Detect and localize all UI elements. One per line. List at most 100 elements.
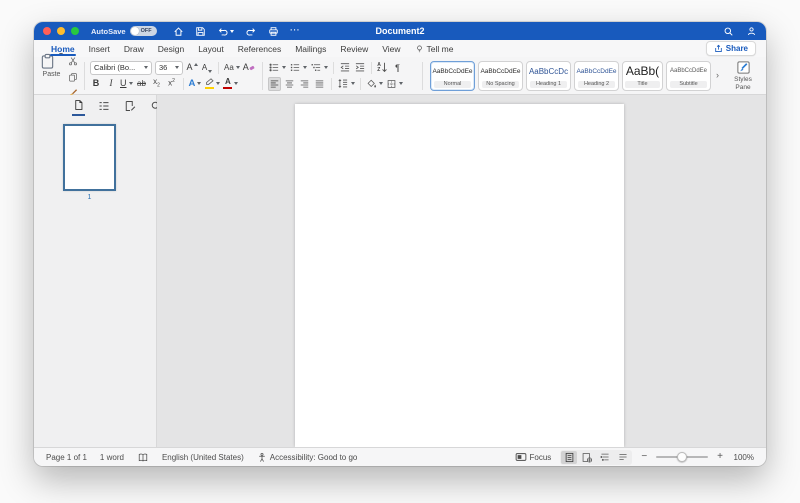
shading-button[interactable] (366, 77, 383, 91)
tab-design[interactable]: Design (151, 40, 191, 57)
zoom-window-button[interactable] (71, 27, 79, 35)
strikethrough-button[interactable]: ab (136, 77, 148, 91)
styles-pane-icon (736, 60, 751, 75)
word-window: AutoSave OFF ⋯ (34, 22, 766, 466)
tab-references[interactable]: References (231, 40, 288, 57)
font-name-select[interactable]: Calibri (Bo... (90, 61, 152, 75)
decrease-indent-icon (339, 62, 351, 73)
sort-button[interactable]: AZ (377, 61, 389, 75)
undo-dropdown-arrow (230, 30, 234, 33)
underline-button[interactable]: U (120, 77, 133, 91)
zoom-slider-knob[interactable] (677, 452, 687, 462)
document-page[interactable] (295, 104, 624, 447)
text-effects-button[interactable]: A (189, 77, 202, 91)
font-size-select[interactable]: 36 (155, 61, 183, 75)
zoom-in-button[interactable]: + (717, 452, 723, 462)
content-area: 1 (34, 95, 766, 447)
page-thumbnail-1[interactable] (63, 124, 116, 191)
align-right-button[interactable] (299, 77, 311, 91)
shrink-font-button[interactable]: A (201, 61, 213, 75)
close-window-button[interactable] (43, 27, 51, 35)
draft-view-button[interactable] (615, 451, 631, 464)
decrease-indent-button[interactable] (339, 61, 351, 75)
zoom-slider[interactable] (656, 452, 708, 462)
home-icon (173, 26, 184, 37)
superscript-button[interactable]: x2 (166, 77, 178, 91)
language-status[interactable]: English (United States) (162, 453, 244, 462)
word-count-status[interactable]: 1 word (100, 453, 124, 462)
font-name-dropdown-arrow (144, 66, 148, 69)
font-group-row2: B I U ab x2 x2 A (90, 76, 257, 92)
highlight-icon (204, 78, 214, 89)
justify-button[interactable] (314, 77, 326, 91)
clear-formatting-button[interactable]: A (243, 61, 255, 75)
increase-indent-button[interactable] (354, 61, 366, 75)
tab-mailings[interactable]: Mailings (288, 40, 333, 57)
page-count-status[interactable]: Page 1 of 1 (46, 453, 87, 462)
bullets-button[interactable] (268, 61, 286, 75)
redo-button[interactable] (245, 26, 257, 37)
more-styles-arrow[interactable]: › (716, 71, 719, 80)
tab-layout[interactable]: Layout (191, 40, 231, 57)
accessibility-status[interactable]: Accessibility: Good to go (257, 452, 358, 463)
tab-view[interactable]: View (375, 40, 407, 57)
mini-separator (360, 78, 361, 90)
text-effects-letter: A (189, 78, 196, 89)
outline-view-button[interactable] (597, 451, 613, 464)
borders-button[interactable] (386, 77, 403, 91)
sidebar-tab-headings[interactable] (97, 97, 111, 115)
zoom-level[interactable]: 100% (732, 453, 754, 462)
draft-view-icon (618, 452, 628, 462)
paragraph-group-row2 (268, 76, 417, 92)
print-layout-view-button[interactable] (561, 451, 577, 464)
search-button[interactable] (723, 26, 734, 37)
style-subtitle[interactable]: AaBbCcDdEe Subtitle (666, 61, 711, 91)
change-case-button[interactable]: Aa (224, 61, 240, 75)
text-effects-dropdown-arrow (197, 82, 201, 85)
sidebar-tab-comments[interactable] (123, 97, 137, 115)
share-button[interactable]: Share (706, 41, 756, 56)
font-color-dropdown-arrow (234, 82, 238, 85)
style-heading-1[interactable]: AaBbCcDc Heading 1 (526, 61, 571, 91)
copy-button[interactable] (67, 70, 79, 84)
shading-dropdown-arrow (379, 82, 383, 85)
tab-insert[interactable]: Insert (82, 40, 117, 57)
bold-button[interactable]: B (90, 77, 102, 91)
print-button[interactable] (268, 26, 279, 37)
line-spacing-button[interactable] (337, 77, 355, 91)
styles-pane-button[interactable]: Styles Pane (726, 60, 760, 91)
status-bar: Page 1 of 1 1 word English (United State… (34, 447, 766, 466)
focus-mode-button[interactable]: Focus (515, 452, 552, 462)
share-presence-button[interactable] (746, 26, 757, 37)
subscript-button[interactable]: x2 (151, 77, 163, 91)
style-no-spacing[interactable]: AaBbCcDdEe No Spacing (478, 61, 523, 91)
sidebar-tab-thumbnails[interactable] (72, 96, 85, 116)
zoom-out-button[interactable]: − (641, 452, 647, 462)
font-color-button[interactable]: A (223, 77, 238, 91)
style-normal[interactable]: AaBbCcDdEe Normal (430, 61, 475, 91)
home-button[interactable] (173, 26, 184, 37)
tab-draw[interactable]: Draw (117, 40, 151, 57)
italic-button[interactable]: I (105, 77, 117, 91)
numbering-button[interactable] (289, 61, 307, 75)
web-layout-view-button[interactable] (579, 451, 595, 464)
show-paragraph-marks-button[interactable]: ¶ (392, 61, 404, 75)
style-heading-2[interactable]: AaBbCcDdEe Heading 2 (574, 61, 619, 91)
numbering-dropdown-arrow (303, 66, 307, 69)
style-title[interactable]: AaBb( Title (622, 61, 663, 91)
autosave-toggle[interactable]: OFF (130, 26, 157, 36)
align-center-button[interactable] (284, 77, 296, 91)
align-left-button[interactable] (268, 77, 281, 91)
save-button[interactable] (195, 26, 206, 37)
minimize-window-button[interactable] (57, 27, 65, 35)
proofing-status[interactable] (137, 452, 149, 463)
multilevel-list-button[interactable] (310, 61, 328, 75)
highlight-button[interactable] (204, 77, 220, 91)
more-commands-button[interactable]: ⋯ (290, 26, 300, 36)
tab-home[interactable]: Home (44, 40, 82, 57)
tab-review[interactable]: Review (333, 40, 375, 57)
undo-button[interactable] (217, 26, 234, 37)
grow-font-button[interactable]: A (186, 61, 198, 75)
mini-separator (331, 78, 332, 90)
tab-tell-me[interactable]: Tell me (408, 40, 461, 57)
